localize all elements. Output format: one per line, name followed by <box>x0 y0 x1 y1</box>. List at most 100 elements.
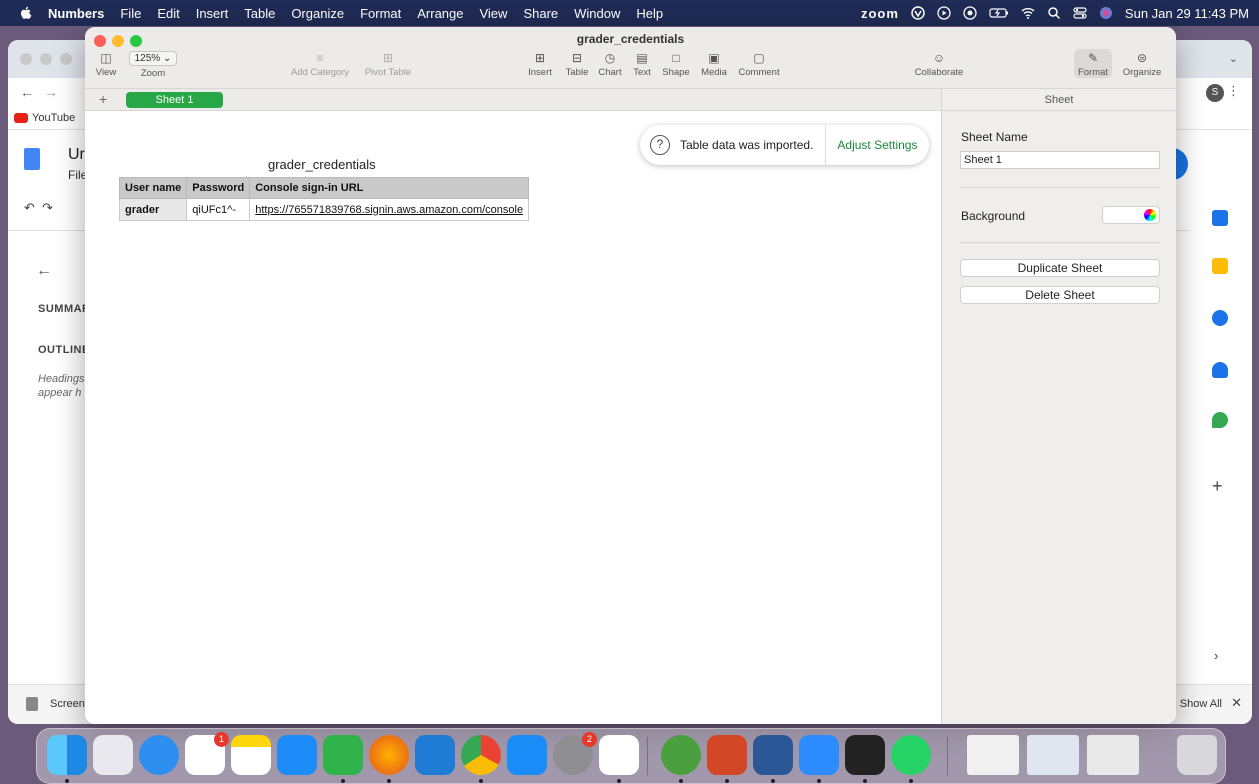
menu-edit[interactable]: Edit <box>157 6 179 21</box>
bg-zoom-button[interactable] <box>60 53 72 65</box>
record-icon[interactable] <box>963 6 977 20</box>
cell-console-url[interactable]: https://765571839768.signin.aws.amazon.c… <box>249 198 530 221</box>
minimized-window-thumbnail[interactable] <box>1027 735 1079 775</box>
forward-arrow-icon[interactable]: → <box>44 84 58 100</box>
duplicate-sheet-button[interactable]: Duplicate Sheet <box>960 259 1160 277</box>
keep-icon[interactable] <box>1212 258 1228 274</box>
keynote-icon[interactable] <box>277 735 317 775</box>
zoom-popup[interactable]: 125% ⌄ Zoom <box>125 51 181 79</box>
vpn-icon[interactable] <box>911 6 925 20</box>
menu-share[interactable]: Share <box>523 6 558 21</box>
media-button[interactable]: ▣ Media <box>697 51 731 78</box>
notes-icon[interactable] <box>231 735 271 775</box>
whatsapp-icon[interactable] <box>891 735 931 775</box>
zoom-value[interactable]: 125% ⌄ <box>128 51 178 66</box>
cell-password[interactable]: qiUFc1^- <box>186 198 251 221</box>
add-sheet-icon[interactable]: + <box>99 91 107 107</box>
doc-title[interactable]: Ur <box>68 146 85 164</box>
menu-file[interactable]: File <box>120 6 141 21</box>
wifi-icon[interactable] <box>1021 6 1035 20</box>
table-title[interactable]: grader_credentials <box>268 157 376 172</box>
sidebar-tab-sheet[interactable]: Sheet <box>942 89 1176 111</box>
header-cell-password[interactable]: Password <box>186 177 251 199</box>
comment-button[interactable]: ▢ Comment <box>735 51 783 78</box>
menubar-clock[interactable]: Sun Jan 29 11:43 PM <box>1125 6 1249 21</box>
tab-list-chevron-icon[interactable]: ⌄ <box>1229 52 1238 65</box>
safari-icon[interactable] <box>139 735 179 775</box>
show-all-button[interactable]: Show All <box>1180 698 1222 710</box>
menu-app-numbers[interactable]: Numbers <box>48 6 104 21</box>
tab-sheet-1[interactable]: Sheet 1 <box>126 92 223 108</box>
utorrent-icon[interactable] <box>661 735 701 775</box>
text-button[interactable]: ▤ Text <box>628 51 656 78</box>
finder-icon[interactable] <box>47 735 87 775</box>
control-center-icon[interactable] <box>1073 6 1087 20</box>
background-color-well[interactable] <box>1102 206 1160 224</box>
system-settings-icon[interactable]: 2 <box>553 732 597 775</box>
menu-table[interactable]: Table <box>244 6 275 21</box>
view-button[interactable]: ◫ View <box>92 51 120 78</box>
slack-icon[interactable] <box>599 735 639 775</box>
zoom-menubar-label[interactable]: zoom <box>861 6 899 21</box>
delete-sheet-button[interactable]: Delete Sheet <box>960 286 1160 304</box>
siri-icon[interactable] <box>1099 6 1113 20</box>
back-arrow-icon[interactable]: ← <box>20 84 34 100</box>
close-download-bar-icon[interactable]: ✕ <box>1231 695 1242 711</box>
spotlight-search-icon[interactable] <box>1047 6 1061 20</box>
contacts-icon[interactable] <box>1212 362 1228 378</box>
adjust-settings-button[interactable]: Adjust Settings <box>837 138 917 152</box>
menu-organize[interactable]: Organize <box>291 6 344 21</box>
zoom-app-icon[interactable] <box>799 735 839 775</box>
docs-icon[interactable] <box>24 148 40 170</box>
outline-back-arrow-icon[interactable]: ← <box>36 262 52 280</box>
reminders-icon[interactable]: 1 <box>185 732 229 775</box>
redo-icon[interactable]: ↷ <box>42 200 53 216</box>
panel-expand-icon[interactable]: › <box>1214 648 1218 663</box>
bg-close-button[interactable] <box>20 53 32 65</box>
sheet-name-field[interactable]: Sheet 1 <box>960 151 1160 169</box>
menu-format[interactable]: Format <box>360 6 401 21</box>
cell-user-name[interactable]: grader <box>118 198 188 221</box>
avatar[interactable]: S <box>1206 84 1224 102</box>
vscode-icon[interactable] <box>415 735 455 775</box>
tasks-icon[interactable] <box>1212 310 1228 326</box>
collaborate-button[interactable]: ☺ Collaborate <box>911 51 967 78</box>
launchpad-icon[interactable] <box>93 735 133 775</box>
word-icon[interactable] <box>753 735 793 775</box>
trash-icon[interactable] <box>1177 735 1217 775</box>
add-addon-icon[interactable]: + <box>1212 476 1223 497</box>
sheet-canvas[interactable]: grader_credentials User name Password Co… <box>85 111 941 724</box>
calendar-icon[interactable] <box>1212 210 1228 226</box>
menu-insert[interactable]: Insert <box>196 6 229 21</box>
minimized-window-thumbnail[interactable] <box>967 735 1019 775</box>
menu-window[interactable]: Window <box>574 6 620 21</box>
menu-view[interactable]: View <box>479 6 507 21</box>
menu-arrange[interactable]: Arrange <box>417 6 463 21</box>
chart-button[interactable]: ◷ Chart <box>595 51 625 78</box>
maps-icon[interactable] <box>1212 412 1228 428</box>
format-button[interactable]: ✎ Format <box>1074 49 1112 78</box>
pivot-table-button[interactable]: ⊞ Pivot Table <box>357 51 419 78</box>
numbers-app-icon[interactable] <box>323 735 363 775</box>
insert-button[interactable]: ⊞ Insert <box>523 51 557 78</box>
header-cell-user-name[interactable]: User name <box>118 177 188 199</box>
organize-button[interactable]: ⊜ Organize <box>1119 51 1165 78</box>
undo-icon[interactable]: ↶ <box>24 200 35 216</box>
battery-icon[interactable] <box>989 6 1009 20</box>
powerpoint-icon[interactable] <box>707 735 747 775</box>
firefox-icon[interactable] <box>369 735 409 775</box>
credentials-table[interactable]: User name Password Console sign-in URL g… <box>118 177 530 221</box>
terminal-icon[interactable] <box>845 735 885 775</box>
minimized-window-thumbnail[interactable] <box>1087 735 1139 775</box>
download-item[interactable]: Screen <box>50 698 85 710</box>
apple-icon[interactable] <box>18 5 34 21</box>
add-category-button[interactable]: ≡ Add Category <box>285 51 355 78</box>
bg-minimize-button[interactable] <box>40 53 52 65</box>
header-cell-console-url[interactable]: Console sign-in URL <box>249 177 530 199</box>
help-icon[interactable]: ? <box>650 135 670 155</box>
play-icon[interactable] <box>937 6 951 20</box>
app-store-icon[interactable] <box>507 735 547 775</box>
color-wheel-icon[interactable] <box>1144 209 1156 221</box>
bookmark-youtube[interactable]: YouTube <box>32 112 75 124</box>
more-menu-icon[interactable]: ⋮ <box>1227 83 1240 99</box>
